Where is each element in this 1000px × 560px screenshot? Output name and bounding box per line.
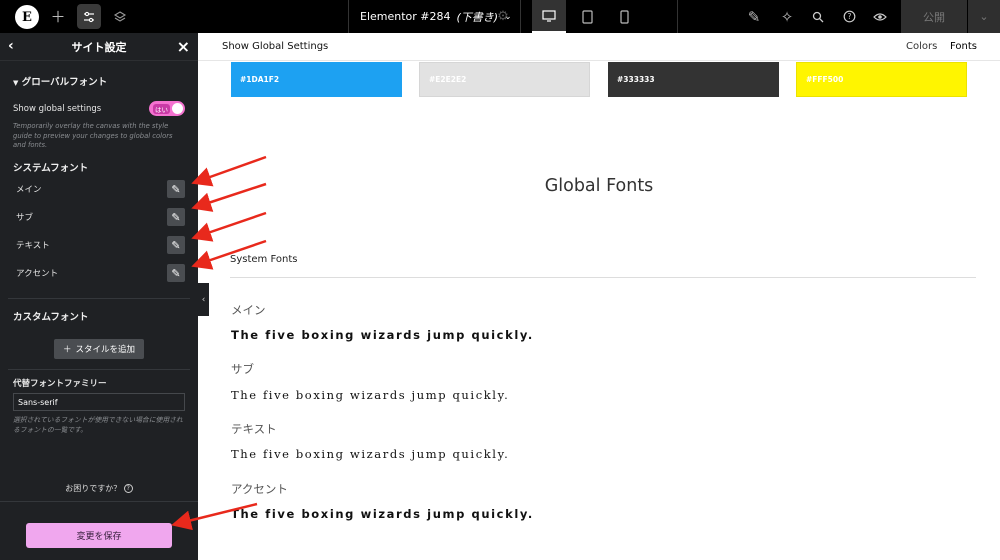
font-sample-text: The five boxing wizards jump quickly. [231,447,510,461]
separator [348,0,349,33]
swatch-label: #FFF500 [806,75,844,84]
plus-icon: ＋ [62,345,72,355]
font-name-accent: アクセント [231,482,288,496]
panel-footer: 変更を保存 [0,501,198,560]
edit-secondary-font-button[interactable]: ✎ [167,208,185,226]
mobile-icon [619,9,629,24]
annotation-arrow [191,211,267,242]
svg-text:?: ? [847,12,851,21]
separator [520,0,521,33]
section-toggle-global-fonts[interactable]: ▼ グローバルフォント [13,74,107,88]
close-icon[interactable]: × [177,37,190,56]
edit-accent-font-button[interactable]: ✎ [167,264,185,282]
canvas-header-title: Show Global Settings [222,41,329,52]
color-swatch: #1DA1F2 [231,62,402,97]
system-font-label-text: テキスト [16,241,50,251]
add-style-label: スタイルを追加 [75,345,136,355]
collapse-panel-chevron-icon[interactable]: ‹ [198,283,209,316]
show-global-settings-toggle[interactable]: はい [149,101,185,116]
global-fonts-heading: Global Fonts [544,176,654,196]
pencil-icon: ✎ [171,182,181,196]
show-global-settings-label: Show global settings [13,104,102,114]
publish-options-chevron-icon[interactable]: ⌄ [968,0,1000,33]
canvas-header: Show Global Settings Colors Fonts [198,33,1000,61]
device-tablet-button[interactable] [570,0,604,33]
fallback-font-title: 代替フォントファミリー [13,379,107,389]
back-chevron-icon[interactable]: ‹ [8,38,14,54]
section-title: グローバルフォント [21,77,108,88]
help-circle-icon: ? [123,484,133,493]
font-sample-primary: The five boxing wizards jump quickly. [231,328,534,342]
pencil-icon: ✎ [171,266,181,280]
panel-header: ‹ サイト設定 × [0,33,198,61]
system-font-label-accent: アクセント [16,269,59,279]
custom-fonts-title: カスタムフォント [13,312,89,323]
color-swatch: #FFF500 [796,62,967,97]
font-sample-secondary: The five boxing wizards jump quickly. [231,388,510,402]
tab-colors[interactable]: Colors [906,41,937,52]
site-settings-button[interactable] [77,4,101,29]
system-font-label-primary: メイン [16,185,42,195]
eye-preview-icon[interactable] [870,4,890,29]
search-icon[interactable] [808,4,828,29]
help-icon[interactable]: ? [839,4,859,29]
tab-fonts[interactable]: Fonts [950,41,977,52]
color-swatch: #E2E2E2 [419,62,590,97]
system-fonts-subheading: System Fonts [230,254,298,265]
layers-icon[interactable] [110,4,130,29]
divider [8,369,190,370]
font-name-primary: メイン [231,303,266,317]
toggle-label: はい [153,103,170,114]
publish-button[interactable]: 公開 [901,0,967,33]
divider [230,277,976,278]
need-help-label: お困りですか？ [65,484,122,493]
sliders-icon [84,11,94,22]
document-title-name: Elementor #284 [360,10,451,23]
add-style-button[interactable]: ＋ スタイルを追加 [54,339,144,359]
document-title[interactable]: Elementor #284 (下書き) ⌄ [360,0,512,33]
font-name-text: テキスト [231,422,277,436]
font-sample-accent: The five boxing wizards jump quickly. [231,507,534,521]
site-settings-panel: ‹ サイト設定 × ▼ グローバルフォント Show global settin… [0,33,198,560]
panel-title: サイト設定 [71,40,127,54]
caret-down-icon: ▼ [13,79,19,87]
swatch-label: #E2E2E2 [429,75,467,84]
system-font-label-secondary: サブ [16,213,34,223]
document-status: (下書き) [456,10,499,24]
edit-text-font-button[interactable]: ✎ [167,236,185,254]
elementor-logo-icon[interactable]: E [15,5,39,29]
divider [8,298,190,299]
save-changes-button[interactable]: 変更を保存 [26,523,172,548]
color-swatch: #333333 [608,62,779,97]
site-settings-icon[interactable]: ✧ [777,4,797,29]
device-mobile-button[interactable] [607,0,641,33]
swatch-label: #1DA1F2 [240,75,280,84]
top-bar: E ＋ Elementor #284 (下書き) ⌄ ⚙ ✎ ✧ ? 公開 ⌄ [0,0,1000,33]
pencil-icon: ✎ [171,210,181,224]
toggle-knob [172,103,183,114]
need-help-link[interactable]: お困りですか？ ? [0,483,198,494]
pencil-icon: ✎ [171,238,181,252]
paintbrush-icon[interactable]: ✎ [744,4,764,29]
edit-primary-font-button[interactable]: ✎ [167,180,185,198]
tablet-icon [581,9,593,24]
system-fonts-title: システムフォント [13,163,89,174]
gear-icon[interactable]: ⚙ [494,4,512,29]
desktop-icon [542,9,556,22]
separator [677,0,678,33]
font-name-secondary: サブ [231,362,254,376]
fallback-font-input[interactable]: Sans-serif [13,393,185,411]
device-desktop-button[interactable] [532,0,566,33]
fallback-help-text: 選択されているフォントが使用できない場合に使用されるフォントの一覧です。 [13,416,183,434]
swatch-label: #333333 [617,75,655,84]
plus-icon[interactable]: ＋ [48,4,68,29]
show-global-help-text: Temporarily overlay the canvas with the … [13,122,173,150]
